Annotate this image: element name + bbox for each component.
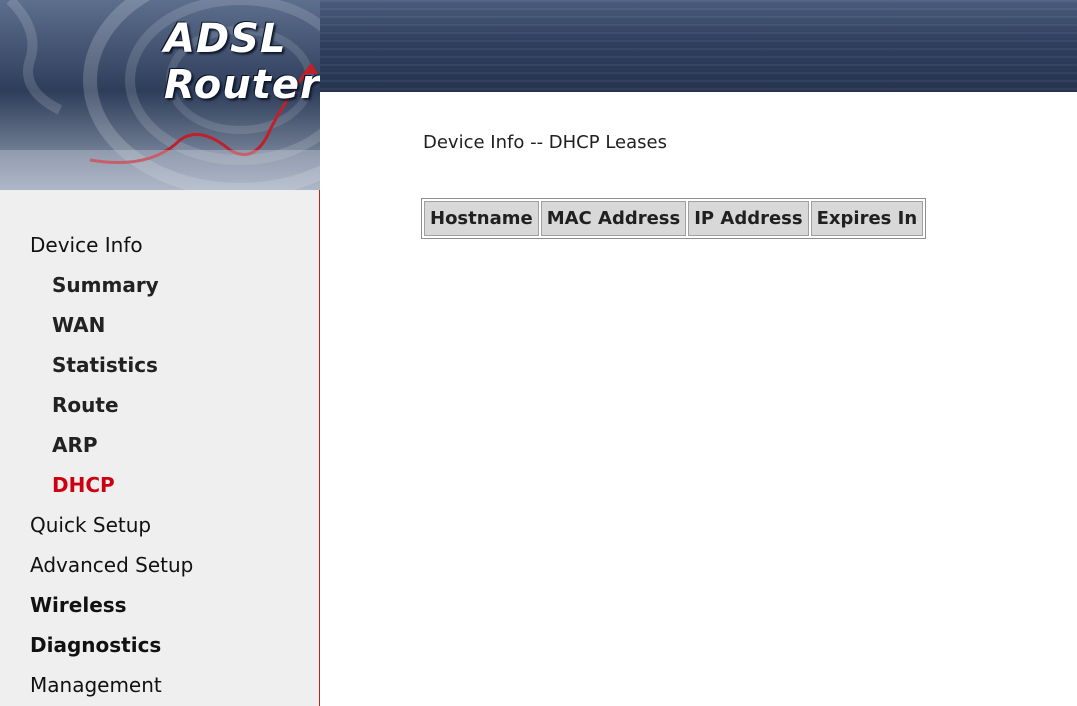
col-hostname-header: Hostname: [424, 201, 539, 236]
sidebar-item-diagnostics[interactable]: Diagnostics: [30, 633, 161, 657]
sidebar-item-device-info[interactable]: Device Info: [30, 233, 143, 257]
main-content: Device Info -- DHCP Leases Hostname MAC …: [320, 92, 1077, 706]
sidebar-nav: Device Info Summary WAN Statistics Route…: [0, 190, 320, 706]
page-title: Device Info -- DHCP Leases: [423, 132, 667, 153]
sidebar-item-advanced-setup[interactable]: Advanced Setup: [30, 553, 193, 577]
dhcp-leases-table: Hostname MAC Address IP Address Expires …: [421, 198, 927, 239]
sidebar-item-wan[interactable]: WAN: [52, 313, 105, 337]
brand-title: ADSL Router: [164, 16, 320, 108]
sidebar-item-management[interactable]: Management: [30, 673, 162, 697]
table-header-row: Hostname MAC Address IP Address Expires …: [424, 201, 924, 236]
col-expires-in-header: Expires In: [810, 201, 924, 236]
sidebar-item-dhcp[interactable]: DHCP: [52, 473, 115, 497]
col-ip-address-header: IP Address: [688, 201, 809, 236]
sidebar-item-route[interactable]: Route: [52, 393, 119, 417]
sidebar-item-summary[interactable]: Summary: [52, 273, 159, 297]
logo-panel: ADSL Router: [0, 0, 320, 190]
sidebar-item-wireless[interactable]: Wireless: [30, 593, 127, 617]
col-mac-address-header: MAC Address: [540, 201, 687, 236]
header-stripes: [320, 0, 1077, 92]
sidebar-item-statistics[interactable]: Statistics: [52, 353, 158, 377]
sidebar-item-arp[interactable]: ARP: [52, 433, 98, 457]
sidebar-item-quick-setup[interactable]: Quick Setup: [30, 513, 151, 537]
